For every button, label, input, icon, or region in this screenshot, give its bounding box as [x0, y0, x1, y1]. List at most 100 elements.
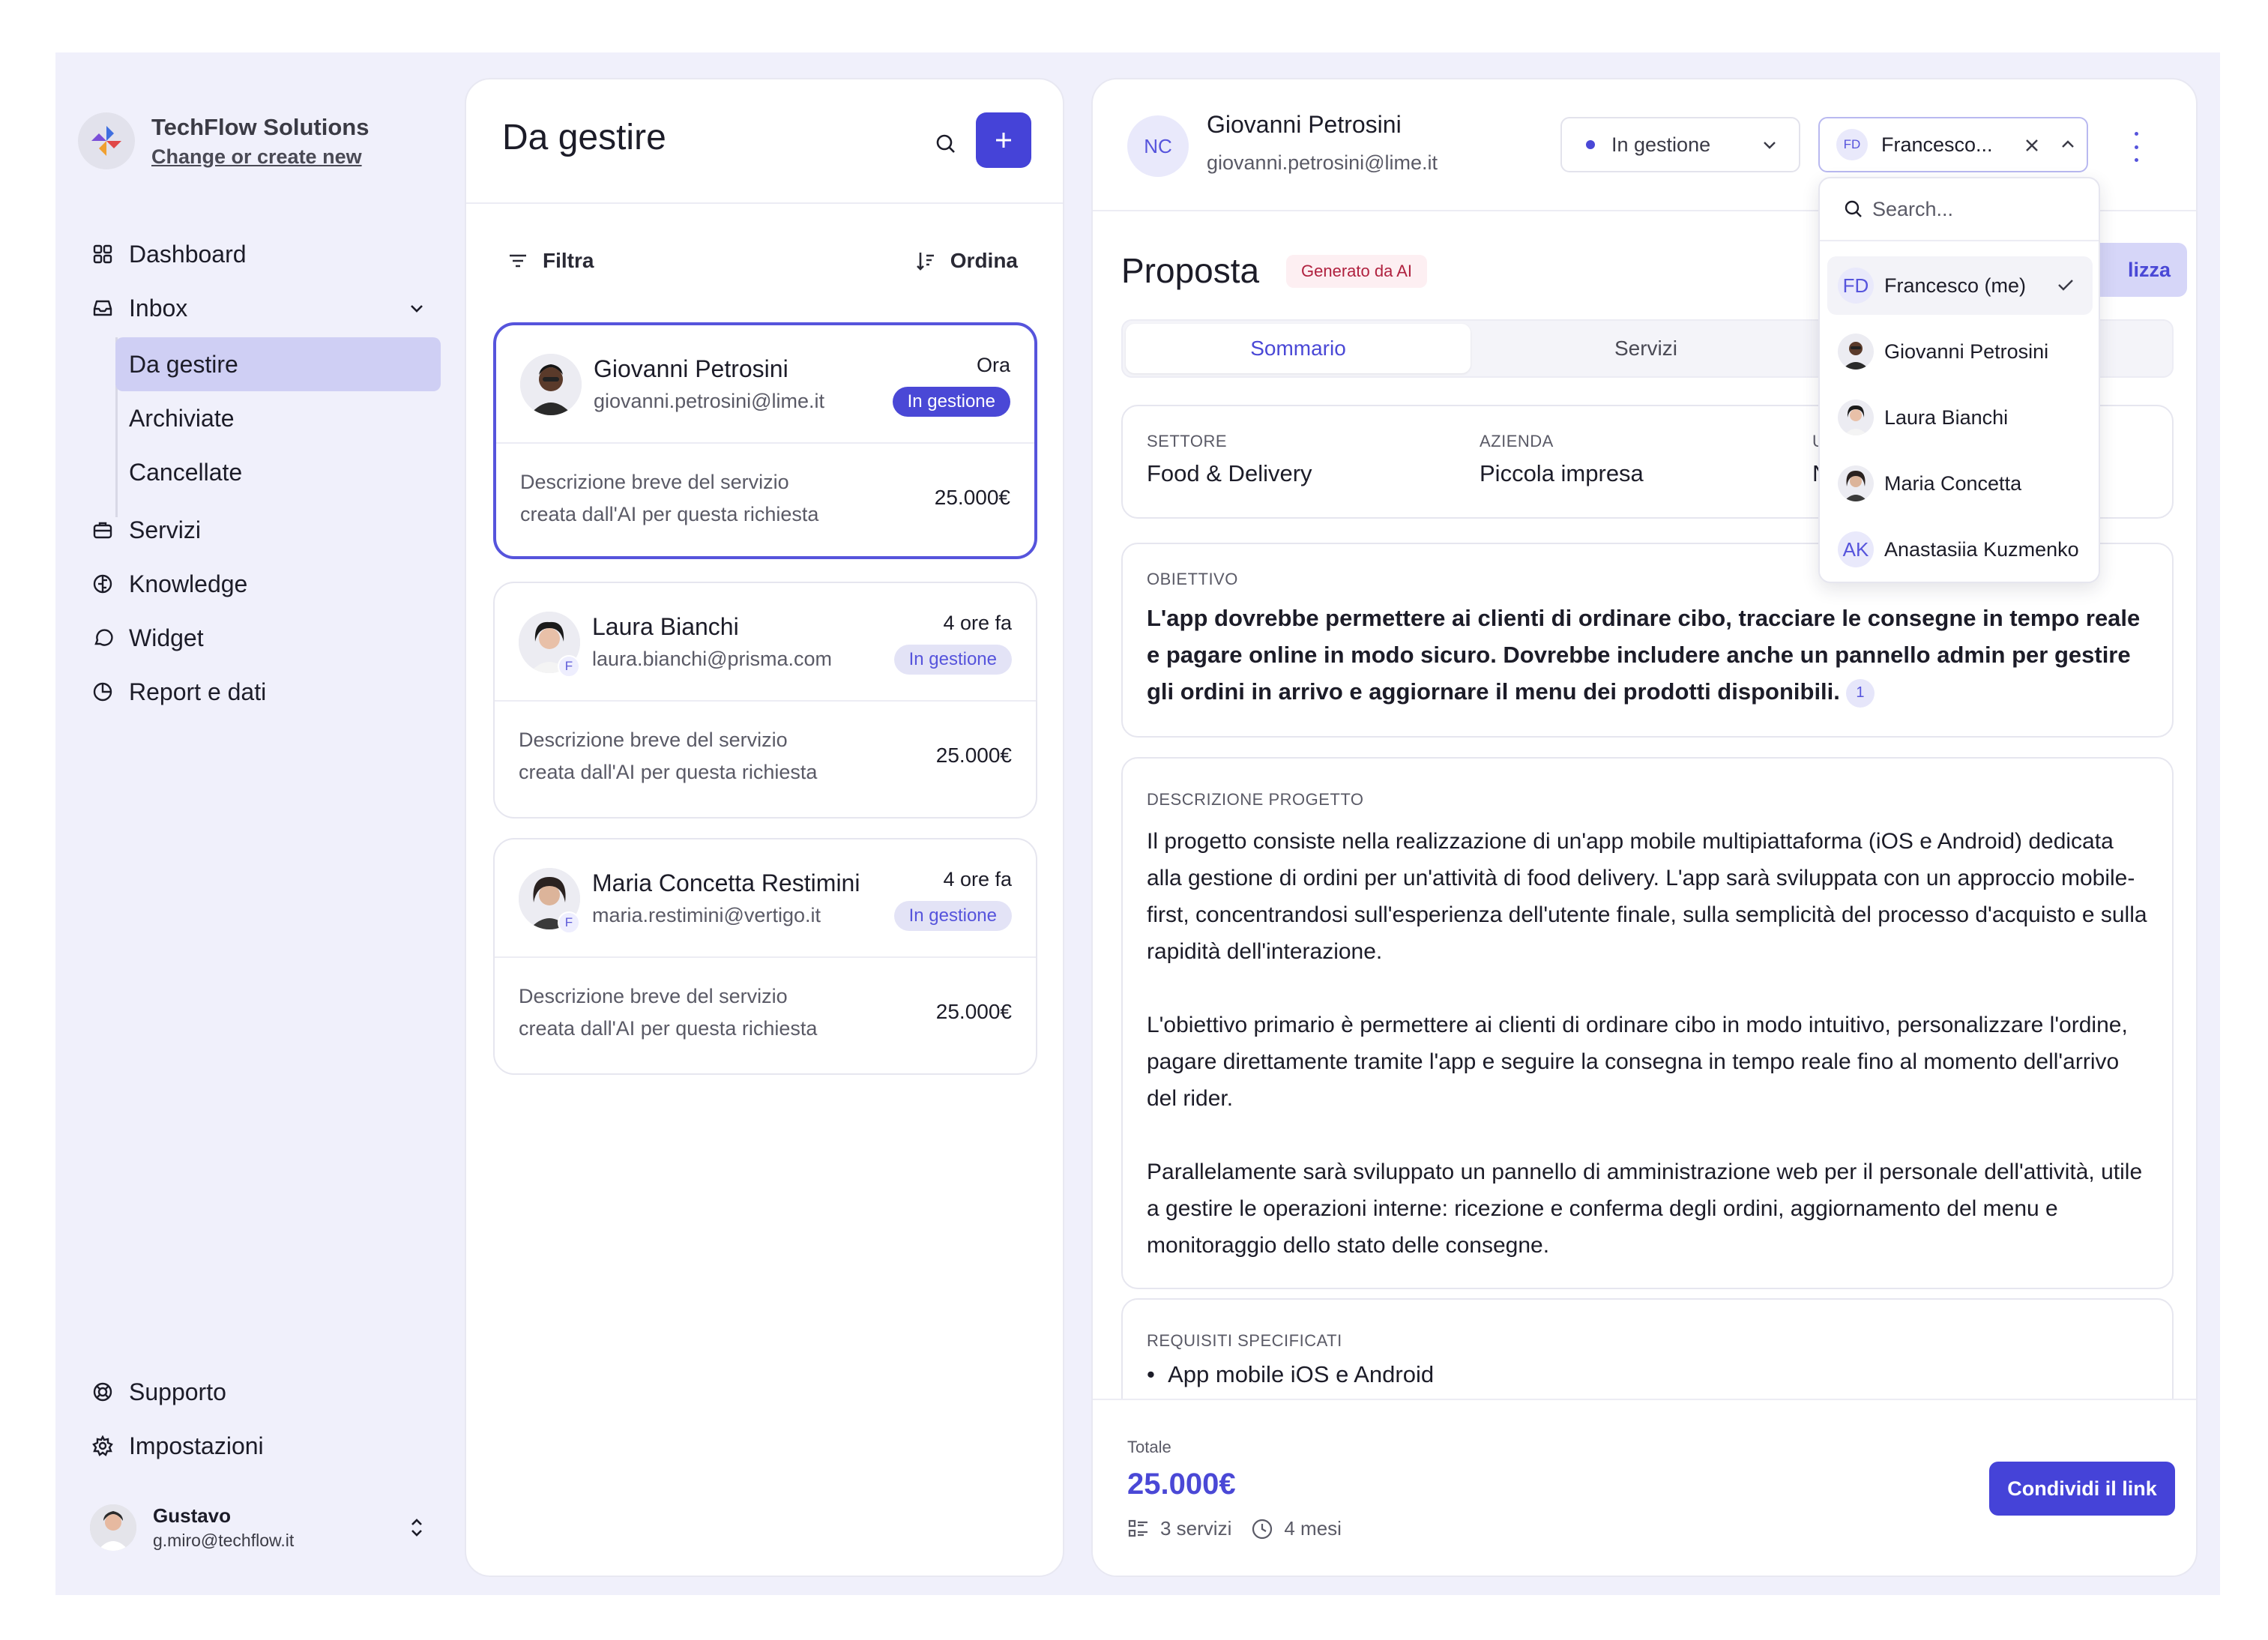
tab-servizi[interactable]: Servizi [1474, 324, 1818, 373]
chevron-up-down-icon[interactable] [408, 1516, 426, 1543]
requirements-label: REQUISITI SPECIFICATI [1147, 1331, 1342, 1350]
request-card[interactable]: F Laura Bianchi laura.bianchi@prisma.com… [493, 582, 1037, 819]
assignee-badge: F [558, 655, 580, 678]
description-paragraph: Parallelamente sarà sviluppato un pannel… [1147, 1160, 2143, 1258]
proposal-footer: Totale 25.000€ 3 servizi 4 mesi Condivid… [1093, 1399, 2196, 1576]
timestamp: 4 ore fa [943, 868, 1012, 890]
user-email: g.miro@techflow.it [153, 1531, 295, 1550]
sidebar-item-impostazioni[interactable]: Impostazioni [91, 1421, 264, 1471]
sidebar-item-report[interactable]: Report e dati [91, 667, 266, 717]
share-link-button[interactable]: Condividi il link [1989, 1462, 2175, 1516]
contact-email: giovanni.petrosini@lime.it [1207, 151, 1438, 174]
sidebar-item-dashboard[interactable]: Dashboard [91, 229, 247, 279]
requirement-text: App mobile iOS e Android [1168, 1361, 1435, 1387]
sidebar: TechFlow Solutions Change or create new … [55, 52, 460, 1595]
more-options-icon[interactable] [2127, 132, 2145, 162]
assignee-dropdown: Search... FD Francesco (me) Giovanni Pet… [1818, 177, 2100, 583]
description-label: DESCRIZIONE PROGETTO [1147, 790, 1364, 809]
tab-sommario[interactable]: Sommario [1126, 324, 1471, 373]
add-request-button[interactable] [976, 112, 1031, 168]
sort-icon [916, 253, 934, 271]
description-line: creata dall'AI per questa richiesta [520, 503, 819, 525]
description-line: creata dall'AI per questa richiesta [519, 1017, 818, 1040]
user-name: Gustavo [153, 1504, 232, 1527]
pie-chart-icon [91, 681, 114, 703]
contact-email: giovanni.petrosini@lime.it [594, 390, 825, 412]
chat-bubble-icon [91, 627, 114, 649]
duration-text: 4 mesi [1284, 1517, 1342, 1540]
contact-name: Maria Concetta Restimini [592, 869, 860, 896]
objective-text: L'app dovrebbe permettere ai clienti di … [1147, 600, 2148, 710]
brand-switcher[interactable]: TechFlow Solutions Change or create new [78, 112, 369, 169]
sidebar-item-label: Supporto [129, 1378, 226, 1405]
sidebar-item-inbox[interactable]: Inbox [91, 283, 444, 333]
sidebar-item-label: Knowledge [129, 570, 248, 597]
request-price: 25.000€ [934, 486, 1010, 509]
clock-icon [1252, 1519, 1273, 1539]
description-line: creata dall'AI per questa richiesta [519, 761, 818, 783]
contact-name: Giovanni Petrosini [1207, 111, 1402, 138]
sidebar-subitem-da-gestire[interactable]: Da gestire [115, 337, 441, 391]
request-card[interactable]: Giovanni Petrosini giovanni.petrosini@li… [493, 322, 1037, 559]
assignee-option[interactable]: AK Anastasiia Kuzmenko [1827, 520, 2093, 579]
status-select[interactable]: In gestione [1560, 117, 1800, 172]
sort-button[interactable]: Ordina [914, 249, 1018, 273]
filter-button[interactable]: Filtra [507, 249, 594, 273]
status-dot [1586, 140, 1595, 149]
sidebar-subitem-archiviate[interactable]: Archiviate [115, 391, 441, 445]
check-icon [2055, 274, 2076, 301]
description-paragraph: Il progetto consiste nella realizzazione… [1147, 829, 2147, 964]
assignee-option[interactable]: FD Francesco (me) [1827, 256, 2093, 315]
timestamp: Ora [976, 354, 1010, 376]
objective-body: L'app dovrebbe permettere ai clienti di … [1147, 605, 2141, 705]
sidebar-item-knowledge[interactable]: Knowledge [91, 559, 247, 609]
filter-icon [510, 254, 526, 268]
chevron-up-icon[interactable] [2058, 135, 2078, 160]
contact-email: maria.restimini@vertigo.it [592, 904, 821, 926]
search-icon[interactable] [925, 123, 967, 165]
sidebar-item-widget[interactable]: Widget [91, 613, 204, 663]
request-list-panel: Da gestire Filtra Ordina Giovanni Petros… [465, 78, 1064, 1577]
lifebuoy-icon [91, 1381, 114, 1403]
status-value: In gestione [1611, 133, 1711, 156]
clear-icon[interactable] [2022, 133, 2042, 161]
option-avatar: AK [1838, 531, 1874, 567]
sidebar-subitem-cancellate[interactable]: Cancellate [115, 445, 441, 499]
assignee-option[interactable]: Maria Concetta [1827, 454, 2093, 513]
meta-value: Piccola impresa [1480, 460, 1644, 486]
reference-badge[interactable]: 1 [1845, 678, 1875, 708]
status-badge: In gestione [892, 387, 1010, 417]
sidebar-item-label: Impostazioni [129, 1432, 264, 1459]
option-label: Laura Bianchi [1884, 406, 2009, 429]
change-org-link[interactable]: Change or create new [151, 145, 369, 169]
search-placeholder: Search... [1872, 197, 1954, 220]
services-count: 3 servizi [1127, 1517, 1231, 1540]
sidebar-item-supporto[interactable]: Supporto [91, 1367, 226, 1417]
assignee-select[interactable]: FD Francesco... [1818, 117, 2088, 172]
sidebar-item-servizi[interactable]: Servizi [91, 505, 201, 555]
duration: 4 mesi [1251, 1517, 1342, 1540]
option-avatar: FD [1838, 268, 1874, 304]
option-label: Francesco (me) [1884, 274, 2027, 297]
request-card[interactable]: F Maria Concetta Restimini maria.restimi… [493, 838, 1037, 1075]
description-text: Il progetto consiste nella realizzazione… [1147, 823, 2148, 1264]
request-price: 25.000€ [935, 1000, 1012, 1023]
list-icon [1128, 1519, 1147, 1537]
assignee-option[interactable]: Giovanni Petrosini [1827, 322, 2093, 381]
contact-name: Laura Bianchi [592, 613, 739, 640]
description-line: Descrizione breve del servizio [519, 985, 788, 1007]
request-description: Descrizione breve del servizio creata da… [519, 724, 817, 789]
avatar: NC [1127, 115, 1189, 177]
request-description: Descrizione breve del servizio creata da… [519, 980, 817, 1045]
total-value: 25.000€ [1127, 1468, 1236, 1501]
chevron-down-icon[interactable] [408, 283, 426, 333]
meta-label: AZIENDA [1480, 432, 1554, 450]
dropdown-search[interactable]: Search... [1820, 178, 2099, 241]
user-menu[interactable]: Gustavo g.miro@techflow.it [90, 1498, 442, 1558]
chevron-down-icon [1760, 135, 1779, 160]
option-avatar [1838, 465, 1874, 501]
description-paragraph: L'obiettivo primario è permettere ai cli… [1147, 1013, 2128, 1111]
assignee-badge: F [558, 911, 580, 934]
option-label: Maria Concetta [1884, 471, 2022, 495]
assignee-option[interactable]: Laura Bianchi [1827, 388, 2093, 447]
